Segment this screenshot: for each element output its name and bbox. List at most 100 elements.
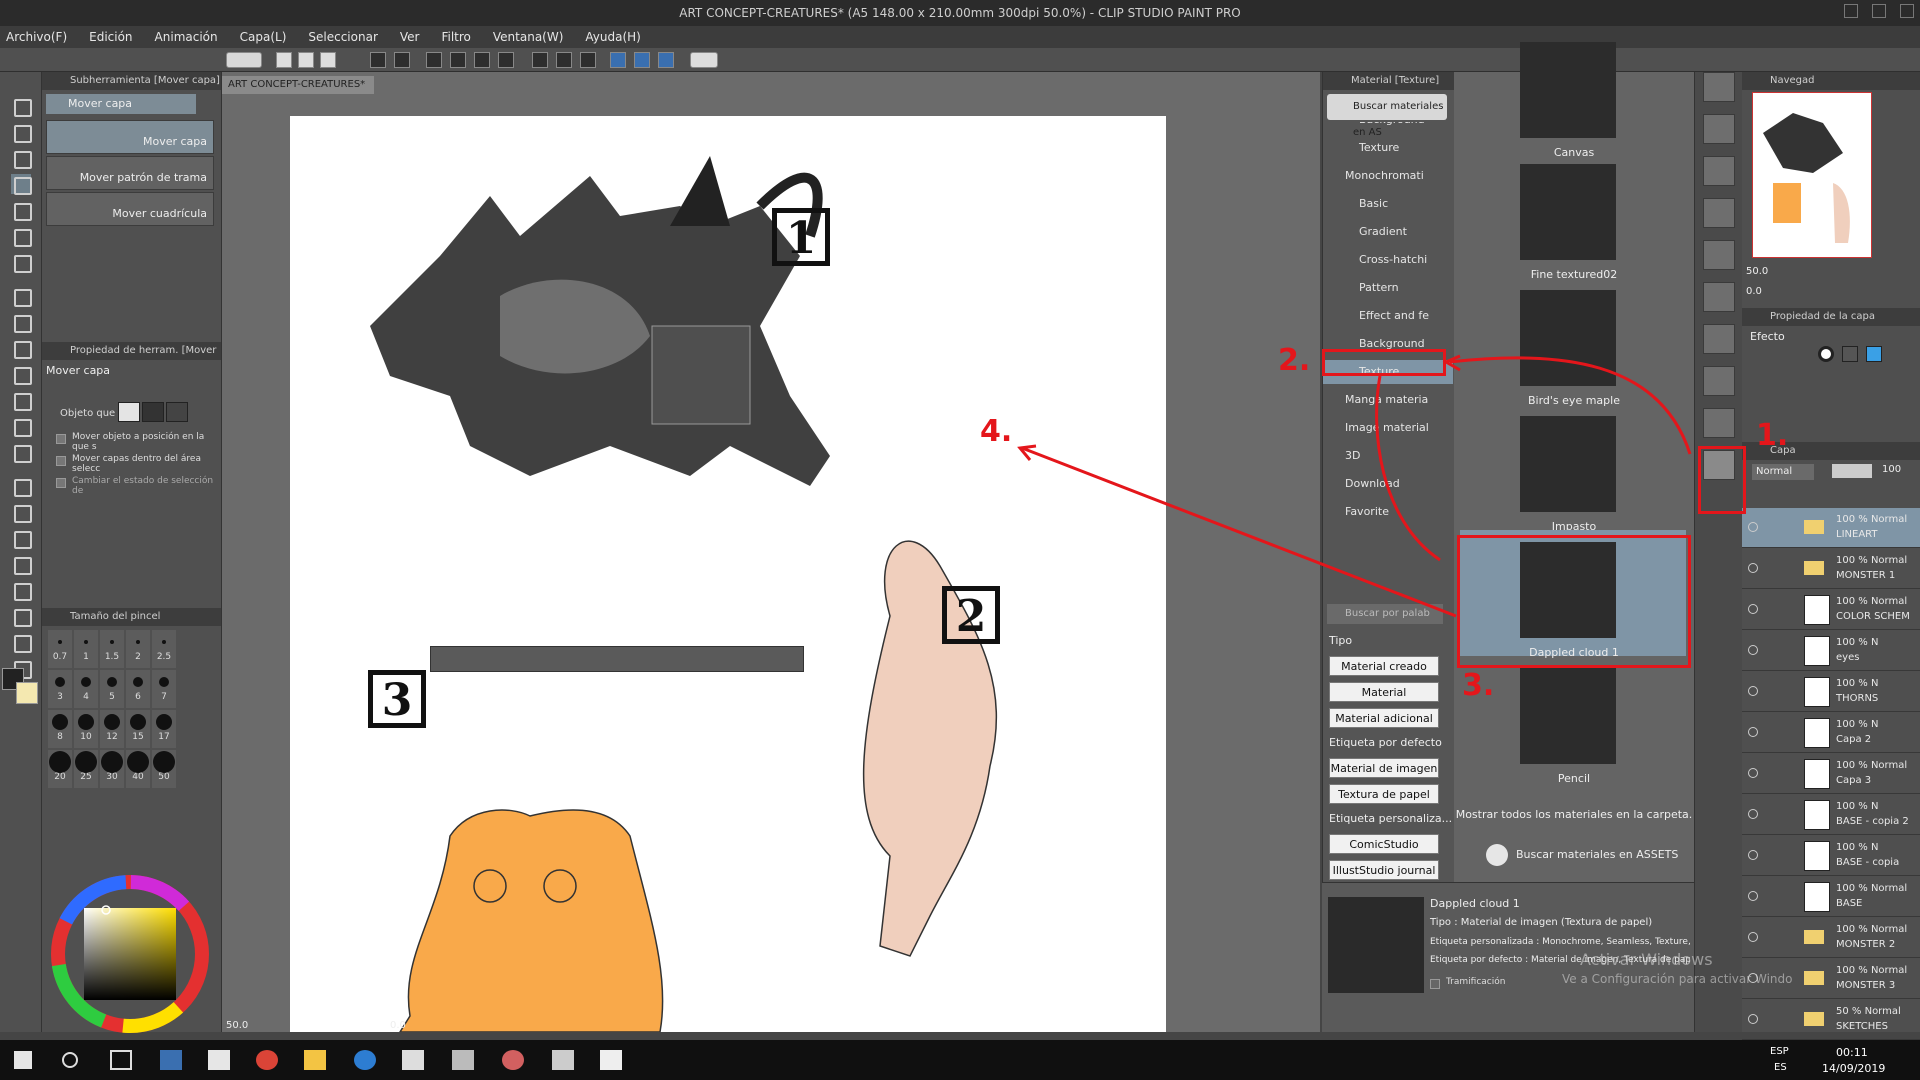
selection-border-icon[interactable]	[580, 52, 596, 68]
show-all-link[interactable]: Mostrar todos los materiales en la carpe…	[1454, 808, 1694, 821]
sub-view-icon[interactable]	[1703, 114, 1735, 144]
maximize-button[interactable]	[1872, 4, 1886, 18]
default-tag-button[interactable]: Material de imagen	[1329, 758, 1439, 778]
text-tool-icon[interactable]	[11, 632, 32, 653]
menu-animacion[interactable]: Animación	[155, 30, 218, 44]
brush-size-cell[interactable]: 40	[126, 750, 150, 788]
material-tree-item[interactable]: Effect and fe	[1323, 304, 1453, 328]
eye-icon[interactable]	[1748, 645, 1758, 655]
airbrush-tool-icon[interactable]	[11, 364, 32, 385]
opacity-value[interactable]: 100	[1882, 464, 1901, 475]
material-tree-item[interactable]: 3D	[1323, 444, 1453, 468]
close-button[interactable]	[1900, 4, 1914, 18]
selection-tool-icon[interactable]	[11, 200, 32, 221]
crop-icon[interactable]	[498, 52, 514, 68]
eye-icon[interactable]	[1748, 850, 1758, 860]
color-wheel[interactable]	[46, 870, 214, 1044]
navigator-preview[interactable]	[1752, 92, 1872, 258]
clock-date[interactable]: 14/09/2019	[1822, 1062, 1885, 1075]
search-icon[interactable]	[62, 1052, 78, 1068]
auto-select-tool-icon[interactable]	[11, 226, 32, 247]
brush-size-cell[interactable]: 10	[74, 710, 98, 748]
type-tag-button[interactable]: Material descargado	[1329, 682, 1439, 719]
material-tree-item[interactable]: Cross-hatchi	[1323, 248, 1453, 272]
option-checkbox-2[interactable]	[56, 456, 66, 466]
brush-size-cell[interactable]: 50	[152, 750, 176, 788]
eye-icon[interactable]	[1748, 809, 1758, 819]
brush-size-cell[interactable]: 15	[126, 710, 150, 748]
brush-size-cell[interactable]: 0.7	[48, 630, 72, 668]
eye-icon[interactable]	[1748, 563, 1758, 573]
eye-icon[interactable]	[1748, 891, 1758, 901]
custom-tag-button[interactable]: IllustStudio journal	[1329, 860, 1439, 880]
eraser-tool-icon[interactable]	[11, 416, 32, 437]
brush-size-cell[interactable]: 3	[48, 670, 72, 708]
menu-ver[interactable]: Ver	[400, 30, 420, 44]
menu-capa[interactable]: Capa(L)	[240, 30, 287, 44]
type-tag-button[interactable]: Material creado	[1329, 656, 1439, 676]
clip-studio-taskbar-icon[interactable]	[402, 1050, 424, 1070]
eye-icon[interactable]	[1748, 522, 1758, 532]
start-icon[interactable]	[14, 1051, 32, 1069]
input-language-short[interactable]: ES	[1774, 1062, 1787, 1073]
menu-edicion[interactable]: Edición	[89, 30, 132, 44]
redo-icon[interactable]	[394, 52, 410, 68]
material-tree-item[interactable]: Favorite	[1323, 500, 1453, 524]
fill-icon[interactable]	[474, 52, 490, 68]
zoom-readout[interactable]: 50.0	[226, 1020, 248, 1031]
layer-row[interactable]: 100 % Normal LINEART	[1742, 508, 1920, 548]
history-icon[interactable]	[1703, 198, 1735, 228]
eye-icon[interactable]	[1748, 686, 1758, 696]
material-thumbnail[interactable]	[1520, 42, 1616, 138]
clear-selection-icon[interactable]	[532, 52, 548, 68]
decoration-tool-icon[interactable]	[11, 390, 32, 411]
material-tree-item[interactable]: Manga materia	[1323, 388, 1453, 412]
material-tree-item[interactable]: Monochromati	[1323, 164, 1453, 188]
layer-row[interactable]: 100 % Normal MONSTER 2	[1742, 918, 1920, 958]
floating-transform-bar[interactable]	[430, 646, 804, 672]
brush-size-cell[interactable]: 12	[100, 710, 124, 748]
mail-icon[interactable]	[208, 1050, 230, 1070]
eye-icon[interactable]	[1748, 1014, 1758, 1024]
opacity-slider[interactable]	[1832, 464, 1872, 478]
menu-filtro[interactable]: Filtro	[441, 30, 470, 44]
custom-tag-button[interactable]: ComicStudio journal	[1329, 834, 1439, 871]
rotate-tool-icon[interactable]	[11, 122, 32, 143]
brush-size-cell[interactable]: 6	[126, 670, 150, 708]
brush-size-cell[interactable]: 8	[48, 710, 72, 748]
eye-icon[interactable]	[1748, 768, 1758, 778]
tone-effect-icon[interactable]	[1842, 346, 1858, 362]
keyword-search-input[interactable]: Buscar por palab	[1327, 604, 1443, 624]
clip-studio-paint-taskbar-icon[interactable]	[452, 1050, 474, 1070]
target-pattern-button[interactable]	[166, 402, 188, 422]
search-assets-button[interactable]: Buscar materiales en AS	[1327, 94, 1447, 138]
brush-size-cell[interactable]: 1	[74, 630, 98, 668]
new-file-icon[interactable]	[276, 52, 292, 68]
ruler-tool-icon[interactable]	[11, 580, 32, 601]
menu-ayuda[interactable]: Ayuda(H)	[585, 30, 640, 44]
brush-size-cell[interactable]: 2.5	[152, 630, 176, 668]
search-assets-link[interactable]: Buscar materiales en ASSETS	[1516, 848, 1678, 861]
layer-row[interactable]: 100 % N eyes	[1742, 631, 1920, 671]
input-language[interactable]: ESP	[1770, 1046, 1789, 1057]
eyedropper-tool-icon[interactable]	[11, 252, 32, 273]
chrome-icon[interactable]	[256, 1050, 278, 1070]
menu-seleccionar[interactable]: Seleccionar	[308, 30, 377, 44]
brush-size-cell[interactable]: 7	[152, 670, 176, 708]
layer-row[interactable]: 50 % Normal SKETCHES	[1742, 1000, 1920, 1040]
subtool-move-layer[interactable]: Mover capa	[46, 120, 214, 154]
canvas-area[interactable]: ART CONCEPT-CREATURES* 1 2 3 50.0 0.0	[222, 72, 1320, 1032]
ruler-icon[interactable]	[610, 52, 626, 68]
store-icon[interactable]	[160, 1050, 182, 1070]
target-layer-button[interactable]	[118, 402, 140, 422]
brush-size-cell[interactable]: 5	[100, 670, 124, 708]
manga-material-icon[interactable]	[1703, 366, 1735, 396]
snap-ruler-icon[interactable]	[634, 52, 650, 68]
color-set-icon[interactable]	[1703, 282, 1735, 312]
material-thumbnail[interactable]	[1520, 416, 1616, 512]
minimize-button[interactable]	[1844, 4, 1858, 18]
eye-icon[interactable]	[1748, 932, 1758, 942]
balloon-tool-icon[interactable]	[11, 606, 32, 627]
brush-size-cell[interactable]: 4	[74, 670, 98, 708]
target-tone-button[interactable]	[142, 402, 164, 422]
